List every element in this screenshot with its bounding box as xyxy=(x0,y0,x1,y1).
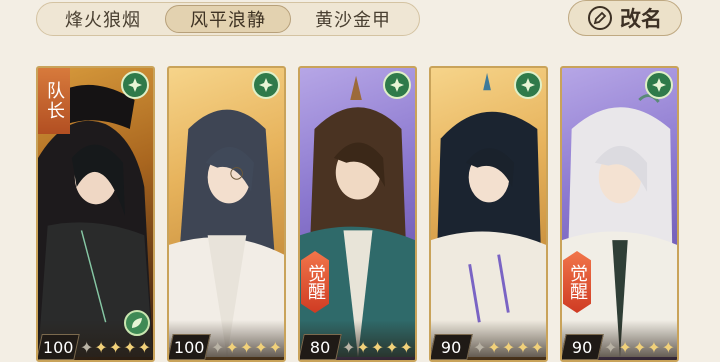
awaken-badge: 觉醒 xyxy=(301,251,329,313)
captain-badge: 队长 xyxy=(38,68,70,134)
star-icon: ✦ xyxy=(137,338,152,357)
character-portrait xyxy=(169,109,284,358)
character-portrait xyxy=(562,94,677,358)
star-rating: ✦ ✦ ✦ ✦ ✦ xyxy=(211,340,282,356)
team-tabs: 烽火狼烟 风平浪静 黄沙金甲 xyxy=(36,2,420,36)
star-icon: ✦ xyxy=(94,338,108,357)
star-icon: ✦ xyxy=(487,338,501,357)
star-icon: ✦ xyxy=(632,338,647,357)
element-icon xyxy=(252,71,280,99)
star-icon: ✦ xyxy=(254,338,268,357)
star-icon: ✦ xyxy=(342,338,356,357)
star-icon: ✦ xyxy=(604,338,618,357)
star-rating: ✦ ✦ ✦ ✦ ✦ xyxy=(473,340,544,356)
tab-team-3[interactable]: 黄沙金甲 xyxy=(291,5,415,33)
character-card[interactable]: 觉醒 80 ✦ ✦ ✦ ✦ ✦ xyxy=(298,66,417,362)
star-icon: ✦ xyxy=(356,338,370,357)
tab-team-1[interactable]: 烽火狼烟 xyxy=(41,5,165,33)
star-icon: ✦ xyxy=(108,338,123,357)
star-icon: ✦ xyxy=(268,338,283,357)
rename-button[interactable]: 改名 xyxy=(568,0,682,36)
star-icon: ✦ xyxy=(516,338,530,357)
star-icon: ✦ xyxy=(239,338,254,357)
star-icon: ✦ xyxy=(80,338,94,357)
star-icon: ✦ xyxy=(399,338,414,357)
character-cards: 队长 100 ✦ ✦ ✦ ✦ ✦ 100 ✦ ✦ ✦ ✦ ✦ 觉醒 80 ✦ ✦… xyxy=(36,66,686,362)
character-card[interactable]: 90 ✦ ✦ ✦ ✦ ✦ xyxy=(429,66,548,362)
star-icon: ✦ xyxy=(211,338,225,357)
star-rating: ✦ ✦ ✦ ✦ ✦ xyxy=(80,340,151,356)
star-rating: ✦ ✦ ✦ ✦ ✦ xyxy=(342,340,413,356)
star-icon: ✦ xyxy=(473,338,487,357)
awaken-badge: 觉醒 xyxy=(563,251,591,313)
level-badge: 100 xyxy=(169,334,211,360)
element-icon xyxy=(383,71,411,99)
star-icon: ✦ xyxy=(123,338,137,357)
star-icon: ✦ xyxy=(530,338,545,357)
level-badge: 90 xyxy=(562,334,604,360)
character-card[interactable]: 100 ✦ ✦ ✦ ✦ ✦ xyxy=(167,66,286,362)
element-icon xyxy=(121,71,149,99)
leaf-badge-icon xyxy=(124,310,150,336)
star-rating: ✦ ✦ ✦ ✦ ✦ xyxy=(604,340,675,356)
star-icon: ✦ xyxy=(385,338,399,357)
level-badge: 90 xyxy=(431,334,473,360)
element-icon xyxy=(645,71,673,99)
star-icon: ✦ xyxy=(661,338,676,357)
character-portrait xyxy=(431,72,546,358)
tab-team-2[interactable]: 风平浪静 xyxy=(165,5,291,33)
element-icon xyxy=(514,71,542,99)
character-card[interactable]: 觉醒 90 ✦ ✦ ✦ ✦ ✦ xyxy=(560,66,679,362)
star-icon: ✦ xyxy=(225,338,239,357)
level-badge: 80 xyxy=(300,334,342,360)
star-icon: ✦ xyxy=(501,338,516,357)
character-portrait xyxy=(300,75,415,358)
character-card[interactable]: 队长 100 ✦ ✦ ✦ ✦ ✦ xyxy=(36,66,155,362)
star-icon: ✦ xyxy=(370,338,385,357)
rename-label: 改名 xyxy=(620,6,662,31)
star-icon: ✦ xyxy=(647,338,661,357)
star-icon: ✦ xyxy=(618,338,632,357)
pen-icon xyxy=(588,6,612,30)
level-badge: 100 xyxy=(38,334,80,360)
